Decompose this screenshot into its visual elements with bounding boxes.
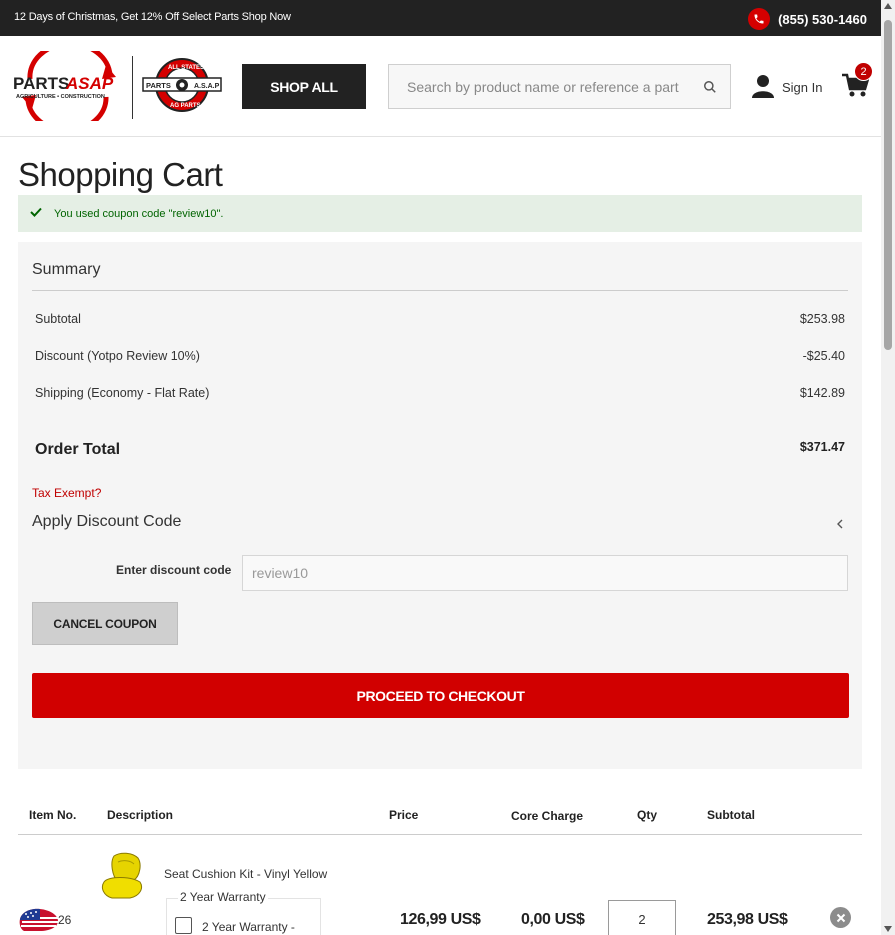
checkmark-icon — [30, 207, 42, 220]
summary-row-label: Subtotal — [35, 312, 81, 326]
page-scrollbar[interactable] — [881, 0, 895, 935]
search-box — [388, 64, 731, 109]
search-icon[interactable] — [690, 80, 730, 94]
svg-text:AG PARTS: AG PARTS — [170, 103, 201, 109]
search-input[interactable] — [389, 65, 690, 108]
cart-item-row: Seat Cushion Kit - Vinyl Yellow 2 Year W… — [18, 850, 862, 935]
cart-count-badge: 2 — [854, 62, 873, 81]
svg-text:ALL STATES: ALL STATES — [168, 65, 204, 71]
coupon-success-text: You used coupon code "review10". — [54, 207, 224, 220]
remove-item-button[interactable] — [830, 907, 851, 928]
apply-discount-toggle[interactable]: Apply Discount Code — [32, 513, 181, 531]
product-image[interactable] — [100, 852, 146, 900]
all-states-ag-parts-logo[interactable]: PARTS A.S.A.P ALL STATES AG PARTS — [141, 57, 223, 113]
user-icon — [752, 74, 774, 101]
summary-row-label: Shipping (Economy - Flat Rate) — [35, 386, 210, 400]
summary-row-shipping: Shipping (Economy - Flat Rate) $142.89 — [35, 386, 845, 400]
cart-table-header: Item No. Description Price Core Charge Q… — [18, 807, 862, 835]
svg-text:A.S.A.P: A.S.A.P — [194, 83, 220, 90]
column-header-core-charge: Core Charge — [511, 809, 584, 823]
warranty-option-label[interactable]: 2 Year Warranty - — [202, 920, 295, 934]
column-header-item-no: Item No. — [29, 808, 77, 822]
item-price: 126,99 US$ — [400, 911, 481, 928]
logo-divider — [132, 56, 133, 119]
scrollbar-thumb[interactable] — [884, 20, 892, 350]
product-name-link[interactable]: Seat Cushion Kit - Vinyl Yellow — [164, 867, 327, 881]
summary-divider — [32, 290, 848, 291]
tax-exempt-link[interactable]: Tax Exempt? — [32, 486, 101, 500]
summary-row-value: $253.98 — [799, 312, 845, 326]
item-core-charge: 0,00 US$ — [521, 911, 585, 928]
chevron-left-icon[interactable] — [836, 516, 844, 534]
discount-code-input[interactable] — [242, 555, 848, 591]
flag-widget[interactable]: 26 — [18, 907, 78, 933]
svg-text:PARTS: PARTS — [13, 74, 69, 93]
summary-title: Summary — [32, 261, 101, 278]
svg-text:ASAP: ASAP — [65, 74, 114, 93]
cancel-coupon-button[interactable]: CANCEL COUPON — [32, 602, 178, 645]
sign-in-link[interactable]: Sign In — [752, 74, 822, 101]
summary-row-value: -$25.40 — [802, 349, 845, 363]
cart-button[interactable]: 2 — [841, 62, 873, 102]
phone-link[interactable]: (855) 530-1460 — [748, 8, 867, 30]
coupon-success-message: You used coupon code "review10". — [18, 195, 862, 232]
summary-row-label: Discount (Yotpo Review 10%) — [35, 349, 200, 363]
warranty-checkbox[interactable] — [175, 917, 192, 934]
flag-widget-count: 26 — [58, 913, 72, 927]
parts-asap-logo[interactable]: PARTS ASAP AGRICULTURE • CONSTRUCTION — [10, 41, 124, 133]
scroll-up-arrow[interactable] — [884, 3, 892, 9]
us-flag-icon — [19, 908, 58, 931]
promo-link[interactable]: 12 Days of Christmas, Get 12% Off Select… — [14, 11, 291, 23]
summary-row-discount: Discount (Yotpo Review 10%) -$25.40 — [35, 349, 845, 363]
shop-all-button[interactable]: SHOP ALL — [242, 64, 366, 109]
column-header-description: Description — [107, 808, 174, 822]
column-header-subtotal: Subtotal — [707, 808, 755, 822]
close-icon — [836, 913, 845, 922]
top-promo-bar: 12 Days of Christmas, Get 12% Off Select… — [0, 0, 881, 36]
order-total-label: Order Total — [35, 441, 121, 458]
order-summary: Summary Subtotal $253.98 Discount (Yotpo… — [18, 242, 862, 769]
warranty-title: 2 Year Warranty — [178, 890, 268, 904]
phone-icon — [748, 8, 771, 30]
svg-text:AGRICULTURE • CONSTRUCTION: AGRICULTURE • CONSTRUCTION — [16, 94, 105, 100]
site-header: PARTS ASAP AGRICULTURE • CONSTRUCTION PA… — [0, 36, 881, 137]
item-subtotal: 253,98 US$ — [707, 911, 788, 928]
summary-row-subtotal: Subtotal $253.98 — [35, 312, 845, 326]
svg-text:PARTS: PARTS — [146, 81, 171, 90]
discount-code-label: Enter discount code — [116, 563, 232, 577]
column-header-price: Price — [389, 808, 419, 822]
sign-in-label: Sign In — [782, 80, 823, 95]
order-total-value: $371.47 — [799, 440, 845, 454]
column-header-qty: Qty — [637, 808, 658, 822]
page-title: Shopping Cart — [18, 156, 223, 193]
quantity-input[interactable] — [608, 900, 676, 935]
proceed-to-checkout-button[interactable]: PROCEED TO CHECKOUT — [32, 673, 849, 718]
phone-number: (855) 530-1460 — [778, 11, 867, 27]
summary-row-value: $142.89 — [799, 386, 845, 400]
scroll-down-arrow[interactable] — [884, 926, 892, 932]
